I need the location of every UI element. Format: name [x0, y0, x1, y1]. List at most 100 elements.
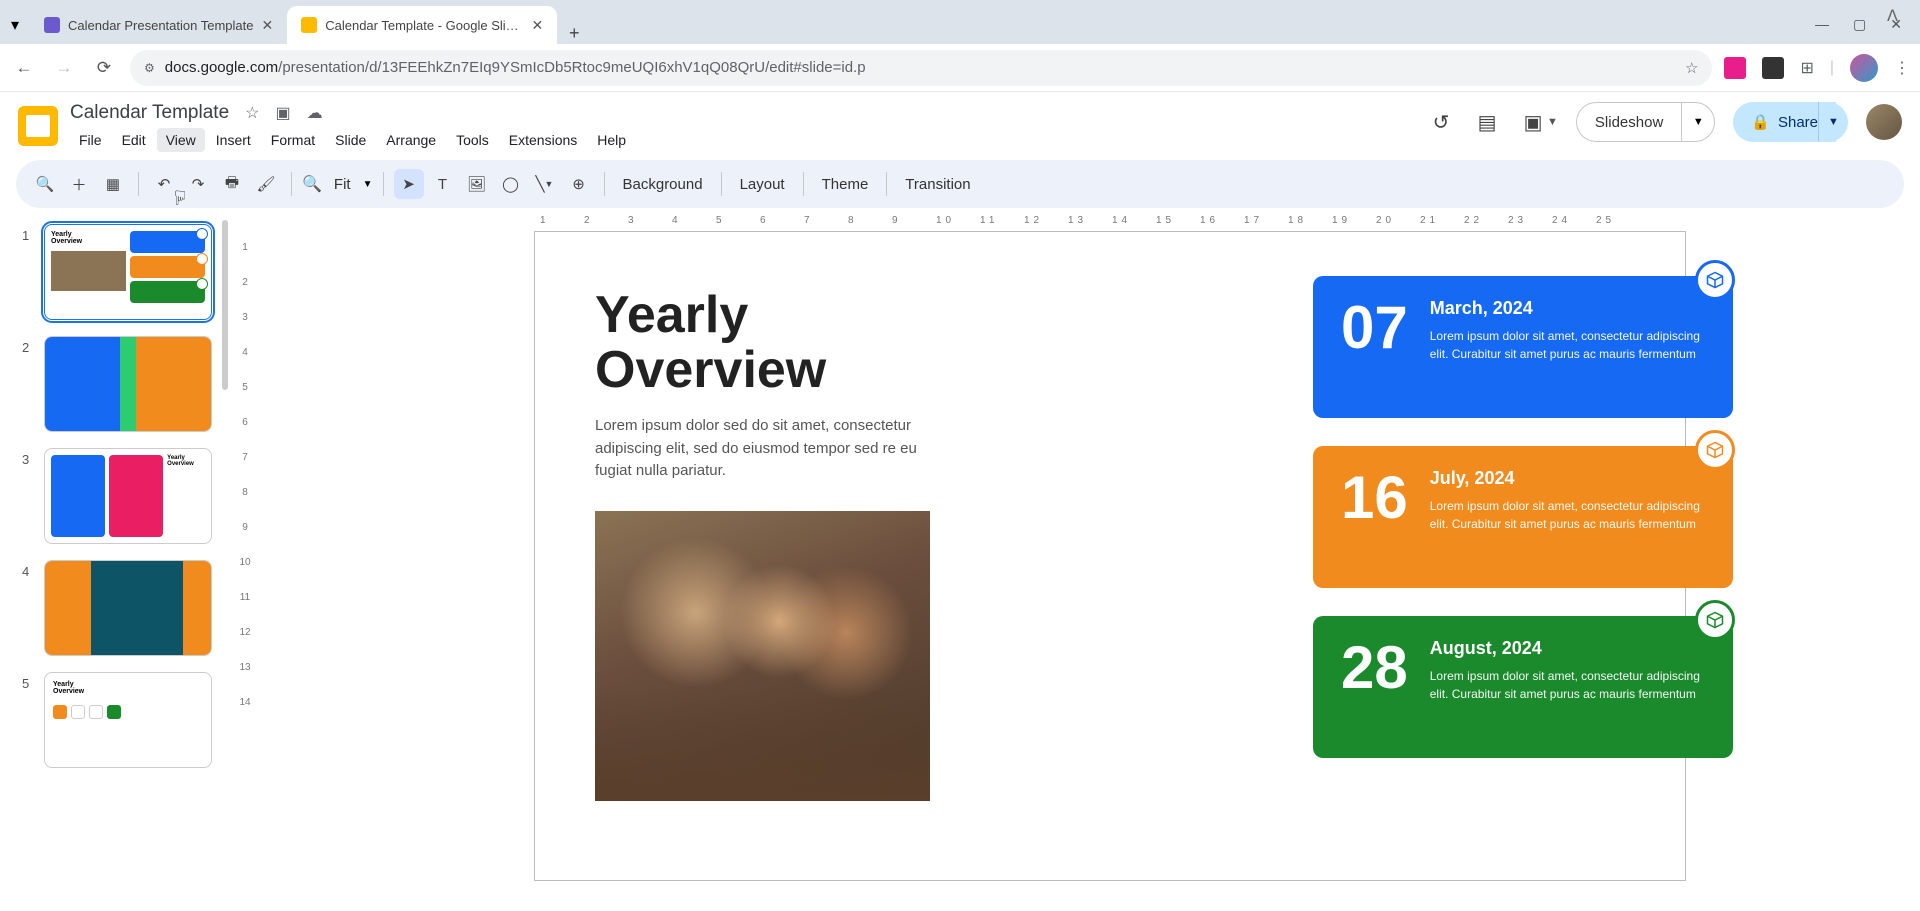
theme-button[interactable]: Theme	[814, 176, 877, 193]
history-icon[interactable]: ↺	[1427, 110, 1455, 135]
maximize-icon[interactable]: ▢	[1853, 16, 1866, 33]
print-button[interactable]: 🖶	[217, 169, 247, 199]
select-tool-button[interactable]: ➤	[394, 169, 424, 199]
layout-templates-button[interactable]: ▦	[98, 169, 128, 199]
slideshow-button[interactable]: Slideshow	[1576, 102, 1681, 142]
insert-comment-button[interactable]: ⊕	[564, 169, 594, 199]
slide-panel[interactable]: 1 YearlyOverview 2	[0, 210, 230, 909]
slide-thumbnail-2[interactable]	[44, 336, 212, 432]
menu-extensions[interactable]: Extensions	[500, 128, 586, 152]
event-cards: 07 March, 2024 Lorem ipsum dolor sit amet…	[1313, 276, 1733, 758]
extension-icon[interactable]	[1762, 57, 1784, 79]
star-icon[interactable]: ☆	[1685, 59, 1698, 77]
new-tab-button[interactable]: +	[557, 23, 591, 44]
event-day: 16	[1341, 468, 1408, 566]
favicon-icon	[44, 17, 60, 33]
browser-tab-strip: ▾ Calendar Presentation Template ✕ Calen…	[0, 0, 1920, 44]
menu-tools[interactable]: Tools	[447, 128, 498, 152]
insert-shape-button[interactable]: ◯	[496, 169, 526, 199]
slide-thumbnail-3[interactable]: YearlyOverview	[44, 448, 212, 544]
chrome-menu-icon[interactable]: ⋮	[1894, 58, 1910, 78]
slides-logo-icon[interactable]	[18, 106, 58, 146]
menu-file[interactable]: File	[70, 128, 111, 152]
browser-tab-1[interactable]: Calendar Template - Google Slides ✕	[287, 6, 557, 44]
extension-icon[interactable]	[1724, 57, 1746, 79]
extensions-button[interactable]: ⊞	[1800, 58, 1813, 78]
slide-number: 5	[22, 672, 34, 768]
event-day: 07	[1341, 298, 1408, 396]
chevron-down-icon: ▼	[363, 179, 373, 190]
menu-edit[interactable]: Edit	[113, 128, 155, 152]
background-button[interactable]: Background	[615, 176, 711, 193]
menu-slide[interactable]: Slide	[326, 128, 375, 152]
slide-description[interactable]: Lorem ipsum dolor sed do sit amet, conse…	[595, 415, 925, 483]
tab-search-button[interactable]: ▾	[0, 6, 30, 44]
scrollbar[interactable]	[222, 220, 228, 390]
reload-button[interactable]: ⟳	[90, 54, 118, 82]
browser-tab-0[interactable]: Calendar Presentation Template ✕	[30, 6, 287, 44]
menu-insert[interactable]: Insert	[207, 128, 260, 152]
chevron-down-icon[interactable]: ▼	[1547, 116, 1558, 128]
slide-number: 3	[22, 448, 34, 544]
new-slide-button[interactable]: ＋	[64, 169, 94, 199]
app-header: Calendar Template ☆ ▣ ☁ File Edit View I…	[0, 92, 1920, 152]
insert-line-button[interactable]: ╲ ▼	[530, 169, 560, 199]
event-card-march[interactable]: 07 March, 2024Lorem ipsum dolor sit amet…	[1313, 276, 1733, 418]
text-box-button[interactable]: T	[428, 169, 458, 199]
window-controls: — ▢ ✕	[1815, 4, 1920, 44]
transition-button[interactable]: Transition	[897, 176, 978, 193]
layout-button[interactable]: Layout	[732, 176, 793, 193]
tab-title: Calendar Presentation Template	[68, 18, 254, 33]
canvas-area[interactable]: 1234567891011121314151617181920212223242…	[230, 210, 1920, 909]
favicon-icon	[301, 17, 317, 33]
star-icon[interactable]: ☆	[245, 103, 259, 123]
hide-menus-icon[interactable]: ᐱ	[1887, 6, 1898, 26]
slide-image[interactable]	[595, 511, 930, 801]
event-card-august[interactable]: 28 August, 2024Lorem ipsum dolor sit ame…	[1313, 616, 1733, 758]
slideshow-options-button[interactable]: ▼	[1681, 102, 1715, 142]
share-options-button[interactable]: ▼	[1818, 102, 1848, 142]
forward-button[interactable]: →	[50, 54, 78, 82]
comments-icon[interactable]: ▤	[1473, 110, 1501, 135]
menu-format[interactable]: Format	[262, 128, 324, 152]
zoom-control[interactable]: 🔍 Fit ▼	[302, 174, 373, 194]
menu-arrange[interactable]: Arrange	[377, 128, 445, 152]
workspace: 1 YearlyOverview 2	[0, 210, 1920, 909]
document-title[interactable]: Calendar Template	[70, 102, 229, 124]
horizontal-ruler[interactable]: 1234567891011121314151617181920212223242…	[280, 210, 1900, 230]
profile-avatar[interactable]	[1850, 54, 1878, 82]
vertical-ruler[interactable]: 1234567891011121314	[230, 230, 260, 720]
redo-button[interactable]: ↷	[183, 169, 213, 199]
slide-thumbnail-4[interactable]	[44, 560, 212, 656]
back-button[interactable]: ←	[10, 54, 38, 82]
slide-thumbnail-5[interactable]: YearlyOverview	[44, 672, 212, 768]
event-date: March, 2024	[1430, 298, 1705, 319]
insert-image-button[interactable]: 🖼	[462, 169, 492, 199]
menu-view[interactable]: View	[157, 128, 205, 152]
menu-help[interactable]: Help	[588, 128, 635, 152]
move-folder-icon[interactable]: ▣	[275, 103, 290, 123]
meet-icon[interactable]: ▣	[1519, 110, 1547, 135]
zoom-label: Fit	[326, 176, 359, 193]
cloud-status-icon[interactable]: ☁	[307, 103, 323, 123]
account-avatar[interactable]	[1866, 104, 1902, 140]
slide-number: 2	[22, 336, 34, 432]
event-card-july[interactable]: 16 July, 2024Lorem ipsum dolor sit amet,…	[1313, 446, 1733, 588]
slide-canvas[interactable]: Yearly Overview Lorem ipsum dolor sed do…	[535, 232, 1685, 880]
cube-icon	[1695, 260, 1735, 300]
slide-thumbnail-1[interactable]: YearlyOverview	[44, 224, 212, 320]
search-menus-button[interactable]: 🔍	[30, 169, 60, 199]
paint-format-button[interactable]: 🖌	[251, 169, 281, 199]
event-date: July, 2024	[1430, 468, 1705, 489]
minimize-icon[interactable]: —	[1815, 16, 1829, 32]
menu-bar: File Edit View Insert Format Slide Arran…	[70, 128, 635, 152]
event-body: Lorem ipsum dolor sit amet, consectetur …	[1430, 667, 1705, 703]
slide-number: 1	[22, 224, 34, 320]
close-icon[interactable]: ✕	[262, 17, 274, 34]
toolbar: 🔍 ＋ ▦ ↶ ↷ 🖶 🖌 🔍 Fit ▼ ➤ T 🖼 ◯ ╲ ▼ ⊕ Back…	[16, 160, 1904, 208]
close-icon[interactable]: ✕	[532, 17, 544, 34]
site-info-icon[interactable]: ⚙	[144, 61, 155, 75]
address-bar[interactable]: ⚙ docs.google.com/presentation/d/13FEEhk…	[130, 50, 1712, 86]
event-day: 28	[1341, 638, 1408, 736]
mouse-cursor-icon: ☟	[174, 186, 186, 211]
